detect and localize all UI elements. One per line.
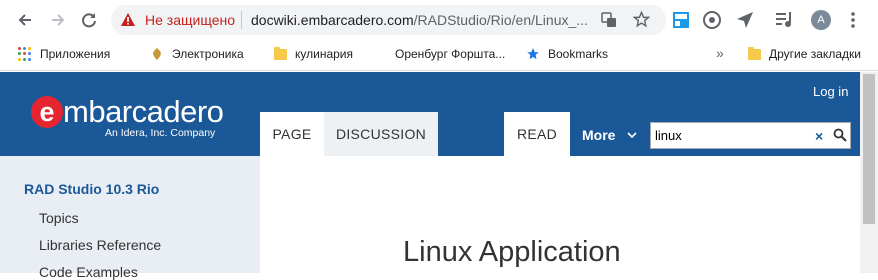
browser-toolbar: Не защищено docwiki.embarcadero.com/RADS… bbox=[0, 0, 878, 40]
security-status[interactable]: Не защищено bbox=[145, 12, 235, 28]
bookmark-other[interactable]: Другие закладки bbox=[748, 46, 861, 61]
url-text[interactable]: docwiki.embarcadero.com/RADStudio/Rio/en… bbox=[251, 12, 588, 28]
chevron-down-icon[interactable] bbox=[626, 129, 638, 141]
bookmarks-overflow-button[interactable]: » bbox=[716, 45, 724, 61]
main-content: Linux Application bbox=[260, 156, 860, 273]
bookmarks-bar: Приложения Электроника кулинария Оренбур… bbox=[0, 40, 878, 71]
tab-page[interactable]: PAGE bbox=[260, 112, 324, 156]
sidebar-item-topics[interactable]: Topics bbox=[39, 210, 79, 226]
bookmark-apps[interactable]: Приложения bbox=[18, 47, 110, 61]
leaf-icon bbox=[153, 48, 161, 60]
bookmark-label: Другие закладки bbox=[769, 47, 861, 61]
reload-button[interactable] bbox=[78, 9, 100, 31]
logo-e-mark: e bbox=[31, 96, 63, 128]
folder-icon bbox=[274, 46, 287, 60]
address-bar[interactable]: Не защищено docwiki.embarcadero.com/RADS… bbox=[111, 5, 666, 35]
bookmark-label: Оренбург Форшта... bbox=[395, 47, 506, 61]
sidebar-title[interactable]: RAD Studio 10.3 Rio bbox=[24, 181, 159, 197]
sidebar: RAD Studio 10.3 Rio Topics Libraries Ref… bbox=[0, 156, 260, 280]
search-box: × bbox=[650, 122, 851, 149]
embarcadero-logo[interactable]: e mbarcadero An Idera, Inc. Company bbox=[31, 94, 236, 144]
bookmark-label: Bookmarks bbox=[548, 47, 609, 61]
site-header: e mbarcadero An Idera, Inc. Company Log … bbox=[0, 72, 863, 156]
warning-icon bbox=[121, 13, 135, 26]
sidebar-item-libraries-reference[interactable]: Libraries Reference bbox=[39, 237, 161, 253]
tab-discussion[interactable]: DISCUSSION bbox=[324, 112, 438, 156]
apps-grid-icon bbox=[18, 47, 32, 61]
back-button[interactable] bbox=[14, 9, 36, 31]
url-path: /RADStudio/Rio/en/Linux_... bbox=[413, 12, 588, 28]
bookmark-label: Электроника bbox=[172, 47, 244, 61]
clear-search-button[interactable]: × bbox=[815, 129, 823, 143]
forward-button[interactable] bbox=[47, 9, 69, 31]
profile-avatar[interactable]: A bbox=[811, 10, 831, 30]
arrow-left-icon bbox=[18, 14, 31, 26]
separator bbox=[241, 11, 242, 29]
page-scrollbar[interactable] bbox=[860, 72, 878, 273]
translate-icon[interactable] bbox=[601, 12, 617, 28]
bookmark-bookmarks[interactable]: Bookmarks bbox=[526, 47, 608, 61]
star-icon[interactable] bbox=[633, 11, 650, 28]
bookmark-cooking[interactable]: кулинария bbox=[274, 46, 354, 61]
search-input[interactable] bbox=[655, 126, 813, 145]
tab-read[interactable]: READ bbox=[504, 112, 570, 156]
eye-extension-icon[interactable] bbox=[703, 11, 721, 29]
sidebar-item-code-examples[interactable]: Code Examples bbox=[39, 264, 138, 280]
url-host: docwiki.embarcadero.com bbox=[251, 12, 414, 28]
search-icon[interactable] bbox=[833, 128, 847, 142]
bookmark-orenburg[interactable]: Оренбург Форшта... bbox=[395, 47, 505, 61]
folder-icon bbox=[748, 46, 761, 60]
playlist-icon[interactable] bbox=[776, 12, 794, 28]
login-link[interactable]: Log in bbox=[813, 84, 848, 99]
page-title: Linux Application bbox=[403, 236, 621, 268]
extension-icon[interactable] bbox=[673, 12, 689, 28]
more-menu[interactable]: More bbox=[582, 127, 615, 143]
bookmark-electronics[interactable]: Электроника bbox=[150, 47, 244, 61]
logo-wordmark: mbarcadero bbox=[63, 94, 224, 129]
star-icon bbox=[527, 48, 539, 60]
logo-tagline: An Idera, Inc. Company bbox=[105, 127, 216, 139]
reload-icon bbox=[82, 13, 96, 28]
send-icon[interactable] bbox=[736, 11, 754, 29]
scrollbar-thumb[interactable] bbox=[863, 74, 875, 224]
bookmark-label: Приложения bbox=[40, 47, 111, 61]
arrow-right-icon bbox=[52, 14, 65, 26]
kebab-menu-icon[interactable] bbox=[850, 12, 856, 28]
bookmark-label: кулинария bbox=[295, 47, 354, 61]
